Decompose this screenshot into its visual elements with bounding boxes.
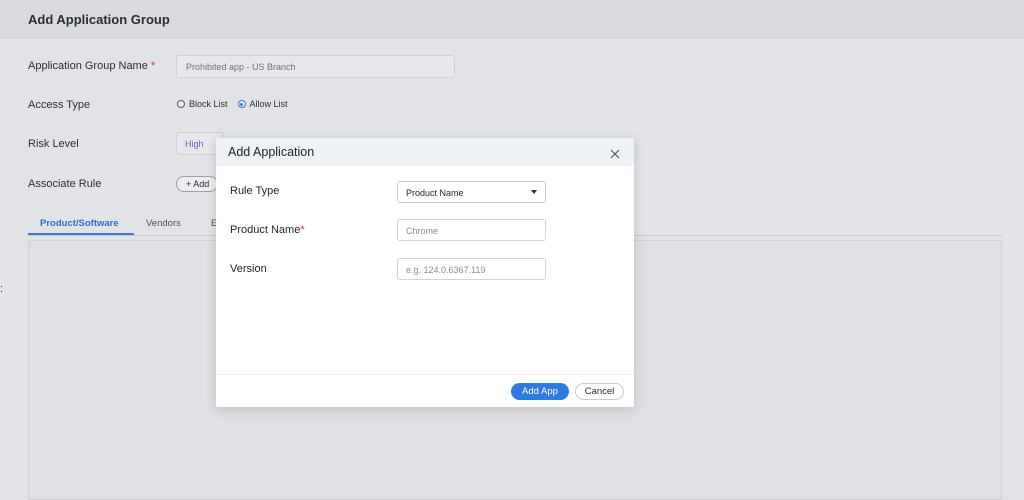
radio-unselected-icon	[177, 100, 185, 108]
required-marker: *	[300, 224, 305, 236]
group-name-input[interactable]: Prohibited app - US Branch	[176, 55, 455, 78]
access-type-radio-group: Block List Allow List	[177, 99, 288, 109]
rule-type-value: Product Name	[406, 188, 464, 198]
version-label: Version	[230, 263, 267, 275]
chevron-down-icon	[531, 190, 537, 194]
product-name-input[interactable]: Chrome	[397, 219, 546, 241]
tab-product-software[interactable]: Product/Software	[40, 218, 119, 229]
radio-block-list-label: Block List	[189, 99, 228, 109]
add-application-modal: Add Application Rule Type Product Name P…	[216, 138, 634, 407]
cancel-button[interactable]: Cancel	[575, 383, 624, 400]
rule-type-label: Rule Type	[230, 185, 280, 197]
group-name-label: Application Group Name *	[28, 60, 155, 72]
page-title: Add Application Group	[28, 12, 170, 27]
radio-block-list[interactable]: Block List	[177, 99, 228, 109]
modal-title: Add Application	[228, 145, 315, 159]
access-type-label: Access Type	[28, 99, 91, 111]
required-marker: *	[150, 60, 156, 72]
radio-selected-icon	[237, 100, 246, 108]
close-icon-glyph	[610, 149, 620, 159]
modal-footer: Add App Cancel	[216, 374, 634, 407]
radio-allow-list[interactable]: Allow List	[237, 99, 288, 109]
product-name-label-text: Product Name	[230, 224, 301, 236]
close-icon[interactable]	[608, 147, 622, 161]
risk-level-label: Risk Level	[28, 138, 79, 150]
version-input[interactable]: e.g. 124.0.6367.119	[397, 258, 546, 280]
edge-glyph: :	[0, 283, 4, 295]
product-name-label: Product Name*	[230, 224, 305, 236]
add-rule-button[interactable]: + Add	[176, 176, 218, 192]
page-header: Add Application Group	[0, 0, 1024, 38]
rule-type-select[interactable]: Product Name	[397, 181, 546, 203]
modal-header: Add Application	[216, 138, 634, 166]
radio-allow-list-label: Allow List	[249, 99, 288, 109]
tab-vendors[interactable]: Vendors	[146, 218, 181, 229]
active-tab-indicator	[28, 233, 134, 235]
group-name-label-text: Application Group Name	[28, 60, 148, 72]
add-app-button[interactable]: Add App	[511, 383, 569, 400]
associate-rule-label: Associate Rule	[28, 178, 102, 190]
